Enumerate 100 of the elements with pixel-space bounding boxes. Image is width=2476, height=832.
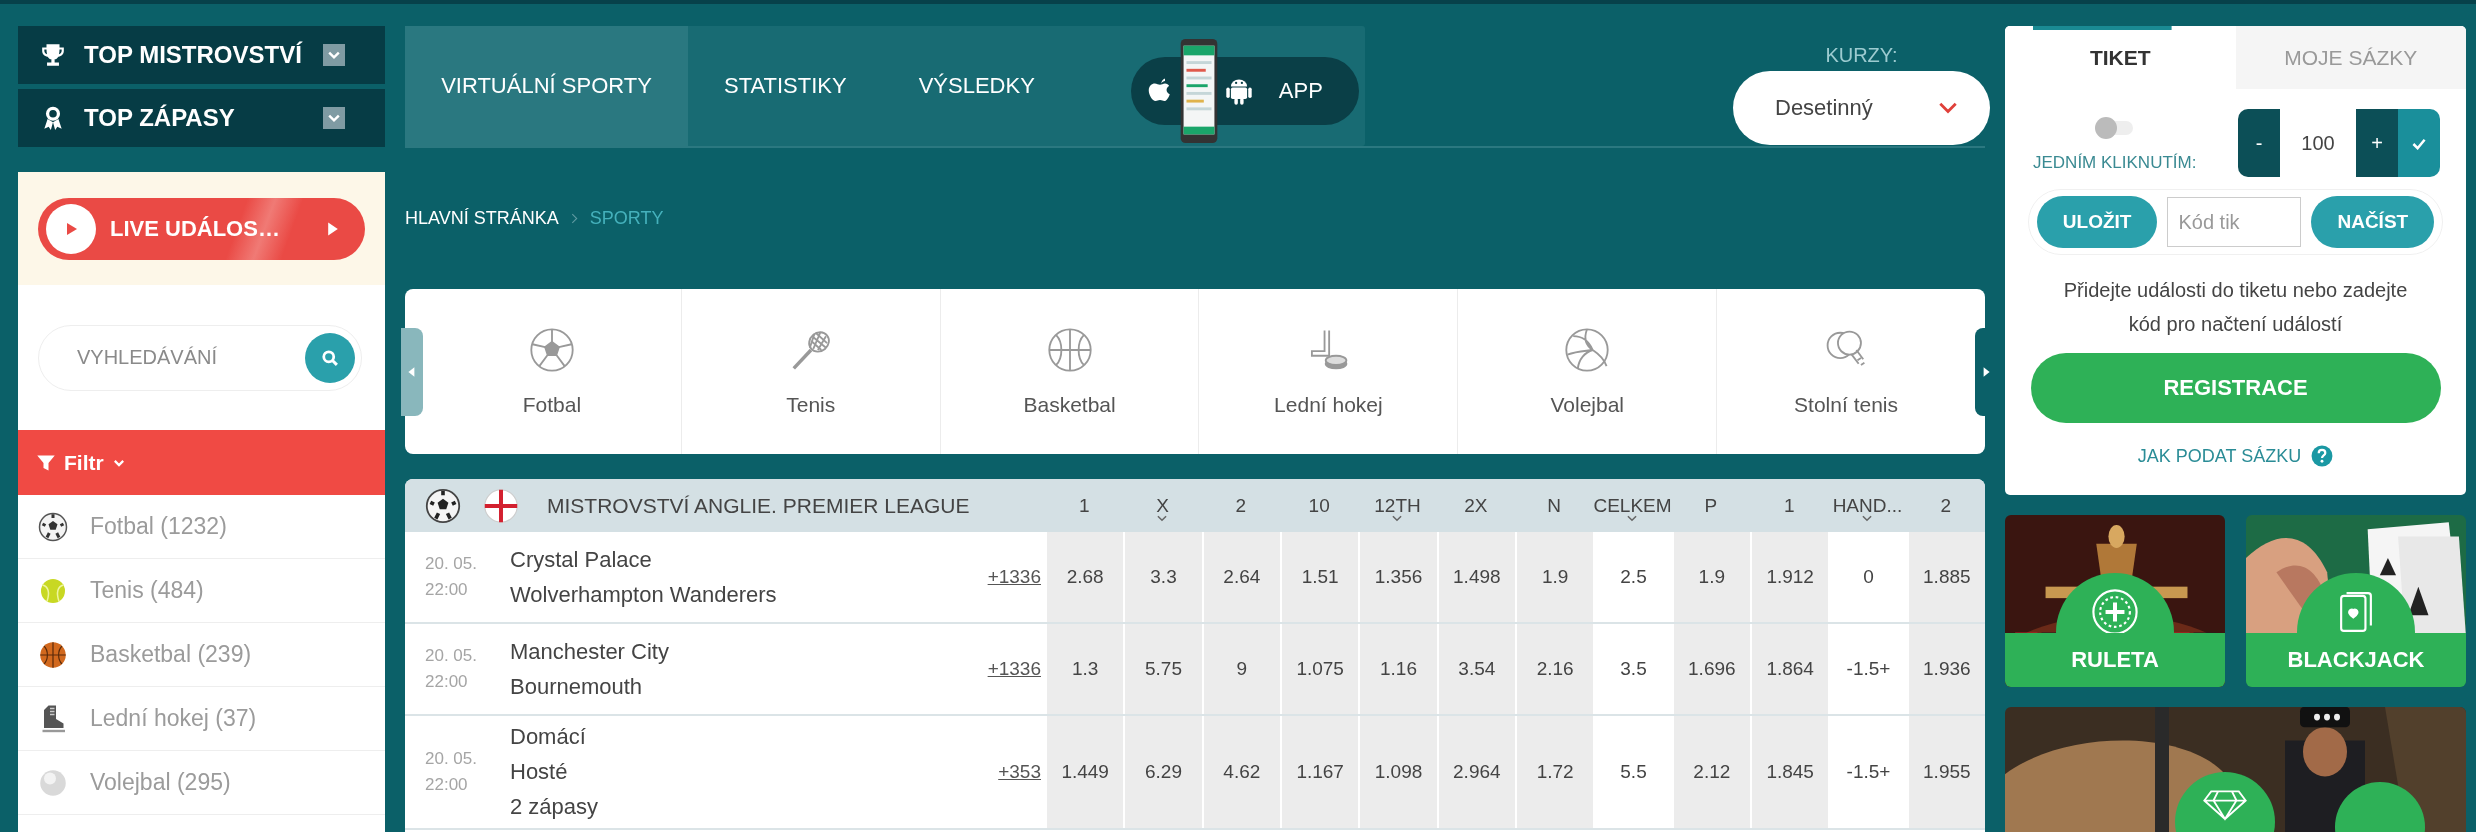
odds-cell[interactable]: 9 <box>1201 624 1280 714</box>
decrease-button[interactable]: - <box>2238 109 2280 177</box>
play-icon <box>46 203 96 254</box>
live-events-button[interactable]: LIVE UDÁLOS… <box>38 197 365 260</box>
team-name: Wolverhampton Wanderers <box>510 581 778 608</box>
nav-tab[interactable]: STATISTIKY <box>688 26 883 146</box>
game-label: RULETA <box>2005 632 2225 687</box>
odds-cell[interactable]: 1.51 <box>1280 532 1359 622</box>
search-button[interactable] <box>305 332 355 383</box>
match-time: 22:00 <box>425 775 469 795</box>
odds-cell[interactable]: 1.72 <box>1515 716 1594 828</box>
basketball-icon <box>38 639 68 670</box>
confirm-button[interactable] <box>2398 109 2440 177</box>
column-header: 2 <box>1939 493 1953 518</box>
odds-cell[interactable]: 1.955 <box>1906 716 1985 828</box>
odds-cell[interactable]: 1.936 <box>1906 624 1985 714</box>
match-date: 20. 05. <box>425 554 478 574</box>
odds-cell[interactable]: 2.12 <box>1671 716 1750 828</box>
column-header[interactable]: HAND... <box>1828 479 1907 532</box>
odds-cell[interactable]: 1.098 <box>1358 716 1437 828</box>
menu-label: TOP ZÁPASY <box>84 104 236 132</box>
chevron-down-icon <box>1938 101 1958 115</box>
soccer-ball-icon <box>425 487 461 524</box>
sport-tile[interactable]: Basketbal <box>939 289 1199 454</box>
sport-tile[interactable]: Lední hokej <box>1198 289 1458 454</box>
game-label: BLACKJACK <box>2246 632 2466 687</box>
column-header[interactable]: CELKEM <box>1593 479 1672 532</box>
odds-cell[interactable]: 1.3 <box>1045 624 1124 714</box>
nav-tab[interactable]: VÝSLEDKY <box>882 26 1071 146</box>
scroll-left-button[interactable] <box>401 327 423 416</box>
odds-cell[interactable]: 1.449 <box>1045 716 1124 828</box>
odds-cell[interactable]: 1.167 <box>1280 716 1359 828</box>
menu-item[interactable]: TOP MISTROVSTVÍ <box>18 26 385 84</box>
odds-cell[interactable]: 4.62 <box>1201 716 1280 828</box>
dropdown-toggle[interactable] <box>323 107 345 129</box>
odds-cell[interactable]: 1.498 <box>1436 532 1515 622</box>
odds-cell[interactable]: 6.29 <box>1123 716 1202 828</box>
sport-tile[interactable]: Stolní tenis <box>1716 289 1975 454</box>
match-date: 20. 05. <box>425 646 478 666</box>
increase-button[interactable]: + <box>2356 109 2398 177</box>
chevron-down-icon <box>1391 515 1404 522</box>
odds-cell[interactable]: 1.16 <box>1358 624 1437 714</box>
odds-cell[interactable]: 1.9 <box>1671 532 1750 622</box>
column-header[interactable]: 12TH <box>1358 479 1437 532</box>
one-click-label: JEDNÍM KLIKNUTÍM: <box>2033 153 2197 173</box>
sport-tile[interactable]: Volejbal <box>1457 289 1717 454</box>
column-header: 2X <box>1463 493 1489 518</box>
match-date: 20. 05. <box>425 749 478 769</box>
empty-ticket-message: Přidejte události do tiketu nebo zadejte kód pro načtení událostí <box>2062 278 2409 337</box>
checkmark-icon <box>2412 137 2426 150</box>
filter-button[interactable]: Filtr <box>18 430 385 495</box>
help-link[interactable]: JAK PODAT SÁZKU <box>2137 445 2302 467</box>
more-bets-link[interactable]: +353 <box>998 761 1041 783</box>
more-bets-link[interactable]: +1336 <box>987 566 1041 588</box>
team-name: Manchester City <box>510 638 670 665</box>
odds-cell[interactable]: 2.964 <box>1436 716 1515 828</box>
column-header: 10 <box>1307 493 1331 518</box>
column-header: 1 <box>1782 493 1796 518</box>
menu-item[interactable]: TOP ZÁPASY <box>18 89 385 147</box>
menu-label: TOP MISTROVSTVÍ <box>84 41 304 69</box>
volleyball-icon <box>1564 326 1611 373</box>
odds-cell[interactable]: 1.912 <box>1750 532 1829 622</box>
odds-cell[interactable]: 1.885 <box>1906 532 1985 622</box>
odds-cell[interactable]: 3.3 <box>1123 532 1202 622</box>
more-bets-link[interactable]: +1336 <box>987 658 1041 680</box>
column-header: N <box>1546 493 1563 518</box>
sport-tile[interactable]: Fotbal <box>423 289 681 454</box>
odds-format-dropdown[interactable]: Desetinný <box>1733 71 1990 145</box>
sport-tile[interactable]: Tenis <box>680 289 940 454</box>
team-name: Bournemouth <box>510 673 644 700</box>
nav-tab[interactable]: VIRTUÁLNÍ SPORTY <box>405 26 688 146</box>
odds-cell[interactable]: 1.9 <box>1515 532 1594 622</box>
breadcrumb-link[interactable]: HLAVNÍ STRÁNKA <box>405 208 559 229</box>
odds-format-label: KURZY: <box>1825 44 1898 67</box>
odds-cell[interactable]: 1.356 <box>1358 532 1437 622</box>
phone-icon <box>1178 38 1219 144</box>
app-label: APP <box>1278 78 1323 104</box>
match-time: 22:00 <box>425 580 469 600</box>
column-header: 1 <box>1077 493 1091 518</box>
odds-cell[interactable]: 1.075 <box>1280 624 1359 714</box>
ticket-code-field[interactable]: Kód tik <box>2167 197 2302 247</box>
soccer-ball-icon <box>528 326 575 373</box>
column-header: P <box>1703 493 1719 518</box>
team-name: Crystal Palace <box>510 546 653 573</box>
odds-cell[interactable]: 2.16 <box>1515 624 1594 714</box>
odds-cell[interactable]: 1.864 <box>1750 624 1829 714</box>
odds-cell[interactable]: 3.54 <box>1436 624 1515 714</box>
team-name: Domácí <box>510 724 587 750</box>
basketball-icon <box>1046 326 1093 373</box>
flag-icon <box>483 487 519 524</box>
odds-cell[interactable]: 5.75 <box>1123 624 1202 714</box>
help-icon[interactable] <box>2311 445 2334 467</box>
column-header[interactable]: X <box>1123 479 1202 532</box>
odds-cell[interactable]: 2.64 <box>1201 532 1280 622</box>
chevron-down-icon <box>1861 515 1874 522</box>
odds-cell[interactable]: 2.68 <box>1045 532 1124 622</box>
team-name: Hosté <box>510 759 569 785</box>
dropdown-toggle[interactable] <box>323 44 345 66</box>
odds-cell[interactable]: 1.845 <box>1750 716 1829 828</box>
odds-cell[interactable]: 1.696 <box>1671 624 1750 714</box>
